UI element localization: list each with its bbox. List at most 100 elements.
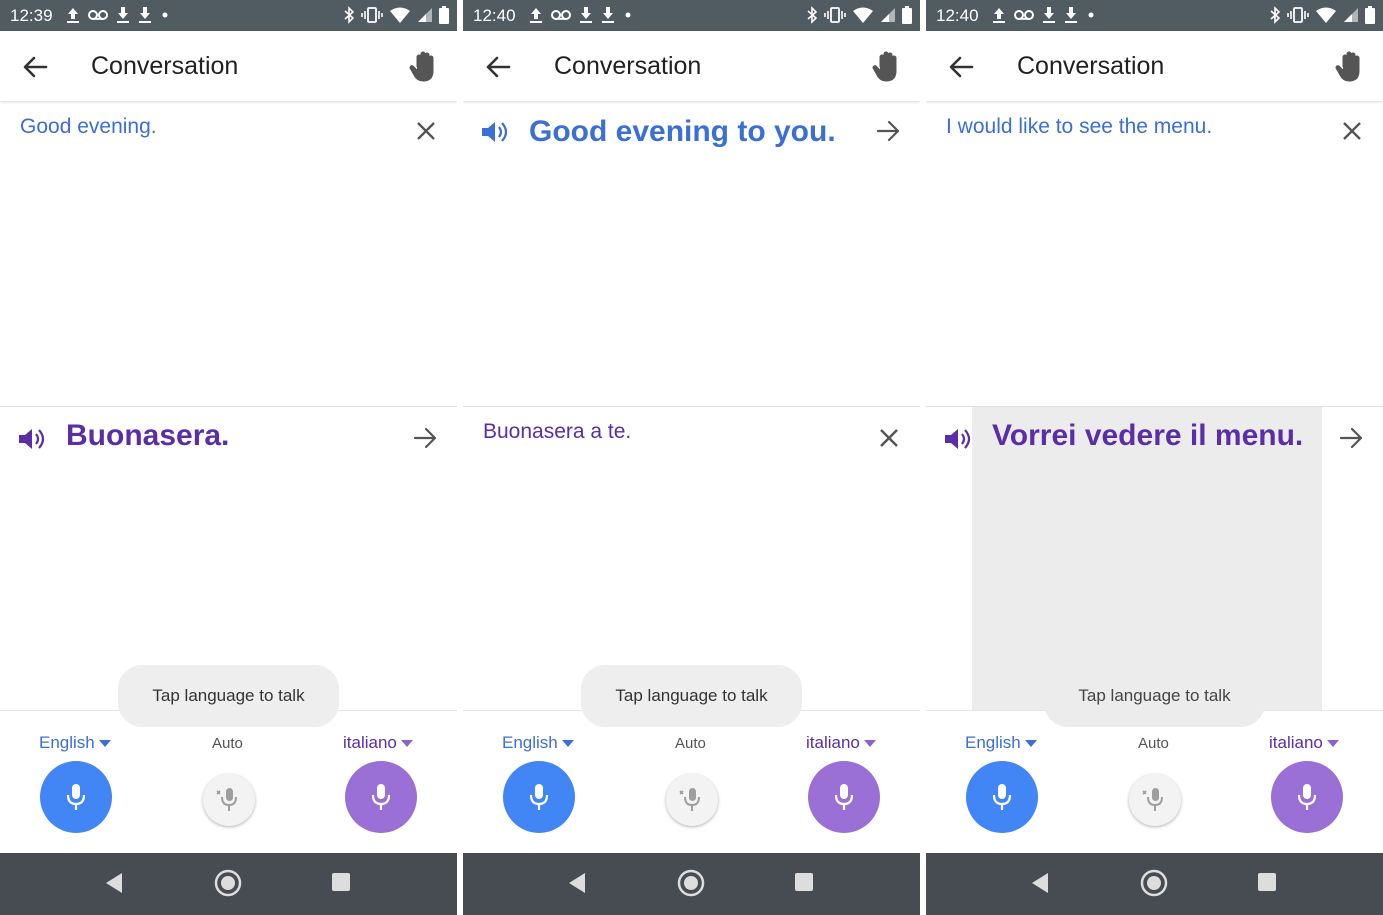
status-time: 12:40 <box>473 6 516 25</box>
italian-mic-button[interactable] <box>1271 761 1343 833</box>
battery-icon <box>1365 6 1375 24</box>
chevron-down-icon <box>98 739 111 747</box>
source-language-selector[interactable]: English <box>502 733 574 753</box>
target-language-label: italiano <box>1269 733 1323 752</box>
upload-icon <box>530 8 542 23</box>
tap-language-toast: Tap language to talk <box>118 665 339 727</box>
back-arrow-icon[interactable] <box>20 52 50 82</box>
tap-language-toast: Tap language to talk <box>1044 665 1265 727</box>
status-bar: 12:39 <box>0 0 457 31</box>
auto-label: Auto <box>1138 735 1169 752</box>
chevron-down-icon <box>1024 739 1037 747</box>
voicemail-icon <box>88 10 108 20</box>
translation-text[interactable]: Vorrei vedere il menu. <box>992 419 1303 453</box>
app-bar: Conversation <box>926 31 1383 101</box>
speaker-icon[interactable] <box>943 426 971 452</box>
vibrate-icon <box>1287 7 1309 23</box>
nav-back-icon[interactable] <box>567 872 587 894</box>
mic-icon <box>1297 784 1317 810</box>
source-text[interactable]: I would like to see the menu. <box>946 115 1212 139</box>
nav-home-icon[interactable] <box>677 869 705 897</box>
system-nav-bar <box>926 853 1383 915</box>
status-time: 12:40 <box>936 6 979 25</box>
close-icon[interactable] <box>878 427 900 449</box>
upload-icon <box>67 8 79 23</box>
english-mic-button[interactable] <box>40 761 112 833</box>
page-title: Conversation <box>91 52 239 80</box>
english-mic-button[interactable] <box>966 761 1038 833</box>
italian-mic-button[interactable] <box>808 761 880 833</box>
source-text[interactable]: Buonasera a te. <box>483 420 631 444</box>
arrow-right-icon[interactable] <box>876 119 902 143</box>
wifi-icon <box>853 7 873 23</box>
auto-mic-button[interactable] <box>203 774 255 826</box>
auto-mic-button[interactable] <box>666 774 718 826</box>
nav-home-icon[interactable] <box>214 869 242 897</box>
auto-label: Auto <box>212 735 243 752</box>
page-title: Conversation <box>1017 52 1165 80</box>
source-language-selector[interactable]: English <box>39 733 111 753</box>
hand-icon[interactable] <box>409 49 441 83</box>
nav-recents-icon[interactable] <box>1257 872 1277 892</box>
speaker-icon[interactable] <box>480 119 508 145</box>
download-icon <box>139 7 151 23</box>
auto-mic-button[interactable] <box>1129 774 1181 826</box>
back-arrow-icon[interactable] <box>483 52 513 82</box>
bluetooth-icon <box>344 6 355 24</box>
close-icon[interactable] <box>415 120 437 142</box>
tap-language-toast: Tap language to talk <box>581 665 802 727</box>
nav-recents-icon[interactable] <box>331 872 351 892</box>
chevron-down-icon <box>1326 739 1339 747</box>
signal-icon <box>881 8 895 22</box>
signal-icon <box>418 8 432 22</box>
battery-icon <box>439 6 449 24</box>
auto-label: Auto <box>675 735 706 752</box>
download-icon <box>117 7 129 23</box>
bluetooth-icon <box>807 6 818 24</box>
status-bar: 12:40 <box>926 0 1383 31</box>
target-language-selector[interactable]: italiano <box>1269 733 1339 753</box>
status-bar: 12:40 <box>463 0 920 31</box>
upload-icon <box>993 8 1005 23</box>
download-icon <box>602 7 614 23</box>
wifi-icon <box>390 7 410 23</box>
mic-icon <box>992 784 1012 810</box>
arrow-right-icon[interactable] <box>1339 426 1365 450</box>
translation-text[interactable]: Buonasera. <box>66 419 229 453</box>
bluetooth-icon <box>1270 6 1281 24</box>
target-language-selector[interactable]: italiano <box>806 733 876 753</box>
nav-back-icon[interactable] <box>1030 872 1050 894</box>
hand-icon[interactable] <box>872 49 904 83</box>
target-language-label: italiano <box>806 733 860 752</box>
close-icon[interactable] <box>1341 120 1363 142</box>
speaker-icon[interactable] <box>17 426 45 452</box>
voicemail-icon <box>551 10 571 20</box>
translation-text[interactable]: Good evening to you. <box>529 115 836 149</box>
nav-home-icon[interactable] <box>1140 869 1168 897</box>
language-bar: English Auto italiano <box>0 710 457 854</box>
source-text[interactable]: Good evening. <box>20 115 157 139</box>
translation-pane: Good evening to you. <box>463 102 920 406</box>
mic-off-icon <box>1142 788 1163 811</box>
system-nav-bar <box>463 853 920 915</box>
arrow-right-icon[interactable] <box>413 426 439 450</box>
wifi-icon <box>1316 7 1336 23</box>
chevron-down-icon <box>400 739 413 747</box>
battery-icon <box>902 6 912 24</box>
vibrate-icon <box>361 7 383 23</box>
back-arrow-icon[interactable] <box>946 52 976 82</box>
dot-icon <box>625 12 631 18</box>
english-mic-button[interactable] <box>503 761 575 833</box>
hand-icon[interactable] <box>1335 49 1367 83</box>
download-icon <box>580 7 592 23</box>
mic-off-icon <box>679 788 700 811</box>
source-language-label: English <box>502 733 558 752</box>
nav-back-icon[interactable] <box>104 872 124 894</box>
italian-mic-button[interactable] <box>345 761 417 833</box>
chevron-down-icon <box>863 739 876 747</box>
source-pane: I would like to see the menu. <box>926 102 1383 406</box>
source-language-selector[interactable]: English <box>965 733 1037 753</box>
target-language-selector[interactable]: italiano <box>343 733 413 753</box>
system-nav-bar <box>0 853 457 915</box>
nav-recents-icon[interactable] <box>794 872 814 892</box>
